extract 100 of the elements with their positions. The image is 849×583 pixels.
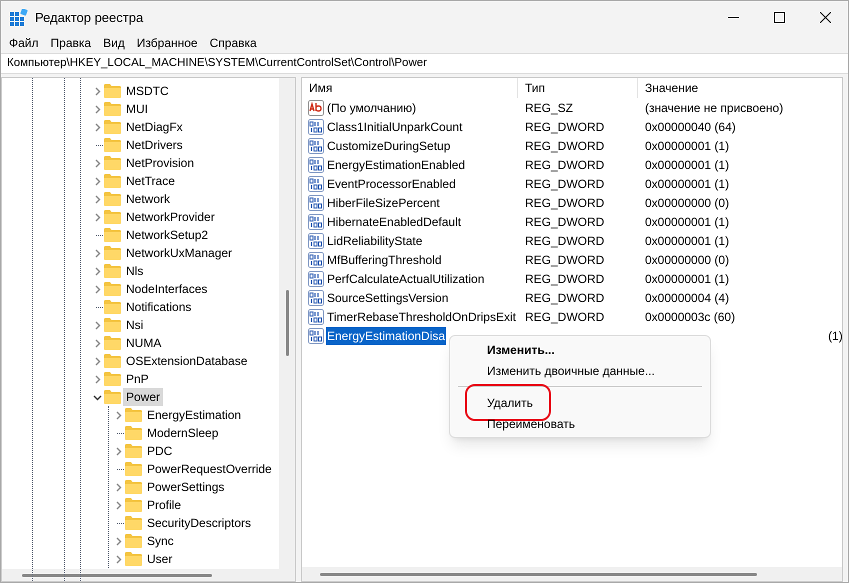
column-header[interactable]: Имя bbox=[302, 78, 518, 98]
menu-item[interactable]: Удалить bbox=[487, 394, 533, 412]
scrollbar-thumb[interactable] bbox=[286, 290, 288, 356]
binary-value-icon bbox=[308, 232, 324, 248]
tree-item[interactable]: OSExtensionDatabase bbox=[123, 352, 250, 370]
folder-icon bbox=[104, 354, 121, 368]
tree-item[interactable]: PowerRequestOverride bbox=[144, 460, 275, 478]
table-cell-text: 0x00000001 (1) bbox=[644, 270, 730, 288]
value-name[interactable]: (По умолчанию) bbox=[326, 98, 418, 116]
tree-item[interactable]: NetDrivers bbox=[123, 136, 186, 154]
menu-item[interactable]: Изменить... bbox=[487, 340, 555, 358]
folder-icon bbox=[104, 228, 121, 242]
folder-icon bbox=[104, 264, 121, 278]
tree-item[interactable]: NetProvision bbox=[123, 154, 198, 172]
tree-item[interactable]: NetworkProvider bbox=[123, 208, 218, 226]
value-name[interactable]: MfBufferingThreshold bbox=[326, 250, 443, 268]
minimize-icon bbox=[728, 17, 738, 18]
folder-icon bbox=[125, 552, 142, 566]
tree-item[interactable]: NetworkSetup2 bbox=[123, 226, 212, 244]
tree-item[interactable]: Nls bbox=[123, 262, 146, 280]
binary-value-icon bbox=[308, 270, 324, 286]
binary-value-icon bbox=[308, 308, 324, 324]
table-cell-text: (значение не присвоено) bbox=[644, 100, 784, 116]
tree-item[interactable]: PowerSettings bbox=[144, 478, 228, 496]
tree-item[interactable]: ModernSleep bbox=[144, 424, 222, 442]
table-cell-text: (1) bbox=[828, 328, 842, 344]
folder-icon bbox=[104, 390, 121, 404]
tree-item[interactable]: MUI bbox=[123, 100, 151, 118]
column-header[interactable]: Тип bbox=[518, 78, 638, 98]
value-name[interactable]: EventProcessorEnabled bbox=[326, 174, 457, 192]
value-name[interactable]: EnergyEstimationDisa bbox=[326, 326, 446, 344]
value-name[interactable]: TimerRebaseThresholdOnDripsExit bbox=[326, 308, 517, 326]
menu-item[interactable]: Избранное bbox=[130, 34, 204, 52]
binary-value-icon bbox=[308, 290, 324, 306]
menu-item[interactable]: Справка bbox=[204, 34, 263, 52]
close-icon bbox=[820, 12, 830, 23]
folder-icon bbox=[104, 138, 121, 152]
value-name[interactable]: Class1InitialUnparkCount bbox=[326, 118, 464, 136]
horizontal-scrollbar[interactable] bbox=[302, 567, 842, 581]
tree-item[interactable]: PDC bbox=[144, 442, 176, 460]
binary-value-icon bbox=[308, 156, 324, 172]
table-cell-text: 0x00000001 (1) bbox=[644, 138, 730, 154]
tree-item[interactable]: EnergyEstimation bbox=[144, 406, 244, 424]
tree-item[interactable]: NetTrace bbox=[123, 172, 178, 190]
table-cell-text: 0x00000001 (1) bbox=[644, 156, 730, 174]
tree-item[interactable]: Sync bbox=[144, 532, 177, 550]
tree-item[interactable]: PnP bbox=[123, 370, 152, 388]
tree-item[interactable]: SecurityDescriptors bbox=[144, 514, 254, 532]
chevron-right-icon[interactable] bbox=[114, 446, 122, 456]
value-name[interactable]: CustomizeDuringSetup bbox=[326, 136, 452, 154]
tree-item[interactable]: Notifications bbox=[123, 298, 194, 316]
table-cell-text: REG_DWORD bbox=[524, 118, 606, 136]
table-cell-text: REG_DWORD bbox=[524, 270, 606, 288]
folder-icon bbox=[104, 318, 121, 332]
tree-item[interactable]: NodeInterfaces bbox=[123, 280, 210, 298]
folder-icon bbox=[125, 516, 142, 530]
tree-item[interactable]: MSDTC bbox=[123, 82, 172, 100]
folder-icon bbox=[104, 300, 121, 314]
folder-icon bbox=[104, 174, 121, 188]
menu-item[interactable]: Правка bbox=[44, 34, 98, 52]
table-cell-text: REG_DWORD bbox=[524, 194, 606, 212]
tree-item[interactable]: Power bbox=[123, 388, 164, 406]
table-cell-text: REG_DWORD bbox=[524, 138, 606, 154]
folder-icon bbox=[104, 102, 121, 116]
address-bar[interactable]: Компьютер\HKEY_LOCAL_MACHINE\SYSTEM\CurrentControlSet\Control\Power bbox=[1, 53, 848, 74]
chevron-right-icon[interactable] bbox=[114, 410, 122, 420]
table-cell-text: REG_DWORD bbox=[524, 232, 606, 250]
value-name[interactable]: EnergyEstimationEnabled bbox=[326, 156, 466, 174]
folder-icon bbox=[125, 426, 142, 440]
vertical-scrollbar[interactable] bbox=[279, 78, 295, 569]
table-cell-text: REG_DWORD bbox=[524, 290, 606, 306]
folder-icon bbox=[104, 192, 121, 206]
value-name[interactable]: HiberFileSizePercent bbox=[326, 194, 441, 212]
value-name[interactable]: HibernateEnabledDefault bbox=[326, 212, 462, 230]
tree-item[interactable]: NUMA bbox=[123, 334, 164, 352]
menu-item[interactable]: Файл bbox=[3, 34, 45, 52]
value-name[interactable]: PerfCalculateActualUtilization bbox=[326, 270, 486, 288]
menu-item[interactable]: Вид bbox=[97, 34, 131, 52]
folder-icon bbox=[104, 84, 121, 98]
table-cell-text: 0x00000040 (64) bbox=[644, 118, 737, 136]
binary-value-icon bbox=[308, 252, 324, 268]
value-name[interactable]: LidReliabilityState bbox=[326, 232, 424, 250]
menu-item[interactable]: Переименовать bbox=[487, 414, 575, 432]
folder-icon bbox=[125, 408, 142, 422]
scrollbar-thumb[interactable] bbox=[320, 572, 757, 576]
tree-item[interactable]: NetDiagFx bbox=[123, 118, 186, 136]
tree-item[interactable]: Nsi bbox=[123, 316, 146, 334]
horizontal-scrollbar[interactable] bbox=[2, 569, 295, 581]
tree-item[interactable]: NetworkUxManager bbox=[123, 244, 236, 262]
chevron-down-icon[interactable] bbox=[92, 392, 102, 402]
table-cell-text: REG_DWORD bbox=[524, 156, 606, 174]
value-name[interactable]: SourceSettingsVersion bbox=[326, 288, 450, 306]
tree-item[interactable]: User bbox=[144, 550, 176, 568]
binary-value-icon bbox=[308, 194, 324, 210]
tree-item[interactable]: Network bbox=[123, 190, 174, 208]
menu-item[interactable]: Изменить двоичные данные... bbox=[487, 362, 655, 380]
table-cell-text: REG_DWORD bbox=[524, 252, 606, 268]
scrollbar-thumb[interactable] bbox=[22, 574, 212, 576]
tree-item[interactable]: Profile bbox=[144, 496, 184, 514]
column-header[interactable]: Значение bbox=[638, 78, 842, 98]
